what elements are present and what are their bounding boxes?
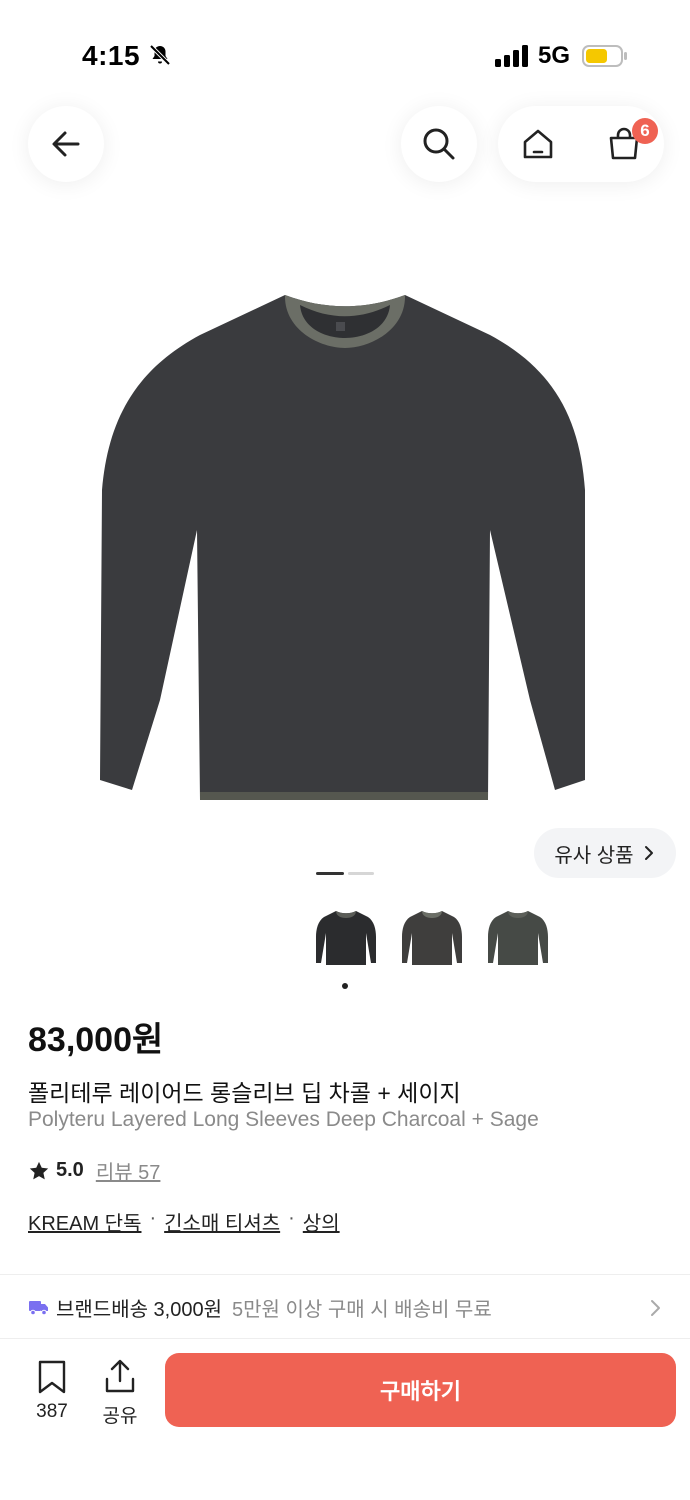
bell-off-icon <box>149 44 171 66</box>
share-icon <box>105 1359 135 1393</box>
product-name-en: Polyteru Layered Long Sleeves Deep Charc… <box>28 1108 539 1131</box>
cart-count-badge: 6 <box>632 118 658 144</box>
rating-row: 5.0 리뷰 57 <box>28 1156 160 1185</box>
search-button[interactable] <box>401 106 477 182</box>
status-bar: 4:15 5G <box>0 0 690 100</box>
thumbnail-shirt-image <box>488 911 548 965</box>
cart-button[interactable]: 6 <box>586 106 662 182</box>
breadcrumb-item[interactable]: 긴소매 티셔츠 <box>164 1207 280 1236</box>
share-label: 공유 <box>102 1406 138 1427</box>
bookmark-count: 387 <box>36 1401 68 1422</box>
search-icon <box>423 128 455 160</box>
similar-products-label: 유사 상품 <box>554 844 634 867</box>
battery-icon <box>582 45 627 67</box>
home-icon <box>523 129 553 159</box>
home-button[interactable] <box>500 106 576 182</box>
page-indicator <box>348 872 374 875</box>
thumbnail-2[interactable] <box>396 898 468 976</box>
thumbnail-shirt-image <box>402 911 462 965</box>
breadcrumb-separator: · <box>149 1207 157 1229</box>
share-button[interactable]: 공유 <box>90 1359 150 1428</box>
thumbnail-selected-dot <box>342 983 348 989</box>
shipping-info-row[interactable]: 브랜드배송 3,000원 5만원 이상 구매 시 배송비 무료 <box>0 1276 690 1338</box>
header-actions: 6 <box>498 106 664 182</box>
chevron-right-icon <box>644 846 653 860</box>
shipping-note: 5만원 이상 구매 시 배송비 무료 <box>232 1298 492 1321</box>
chevron-right-icon <box>651 1300 660 1316</box>
breadcrumb-item[interactable]: 상의 <box>303 1207 340 1236</box>
thumbnail-shirt-image <box>316 911 376 965</box>
shipping-label: 브랜드배송 3,000원 <box>56 1298 223 1321</box>
thumbnail-1[interactable] <box>310 898 382 976</box>
bookmark-button[interactable]: 387 <box>22 1359 82 1423</box>
breadcrumb-item[interactable]: KREAM 단독 <box>28 1207 141 1236</box>
color-thumbnails <box>310 898 554 976</box>
delivery-truck-icon <box>29 1301 48 1316</box>
network-label: 5G <box>538 42 571 69</box>
product-name-ko: 폴리테루 레이어드 롱슬리브 딥 차콜 + 세이지 <box>28 1080 461 1106</box>
arrow-left-icon <box>52 131 80 157</box>
buy-button[interactable]: 구매하기 <box>165 1353 676 1427</box>
product-image[interactable] <box>60 260 630 820</box>
review-link[interactable]: 리뷰 57 <box>96 1156 161 1185</box>
page-indicator-active <box>316 872 344 875</box>
breadcrumb-separator: · <box>288 1207 295 1229</box>
product-price: 83,000원 <box>28 1021 164 1059</box>
rating-score: 5.0 <box>56 1159 84 1181</box>
similar-products-button[interactable]: 유사 상품 <box>534 828 676 878</box>
star-icon <box>29 1161 49 1179</box>
bookmark-icon <box>38 1360 66 1394</box>
back-button[interactable] <box>28 106 104 182</box>
status-time: 4:15 <box>82 40 141 71</box>
signal-icon <box>495 45 528 67</box>
thumbnail-3[interactable] <box>482 898 554 976</box>
bottom-action-bar: 387 공유 구매하기 <box>0 1339 690 1500</box>
category-breadcrumb: KREAM 단독 · 긴소매 티셔츠 · 상의 <box>28 1207 340 1236</box>
divider <box>0 1274 690 1275</box>
